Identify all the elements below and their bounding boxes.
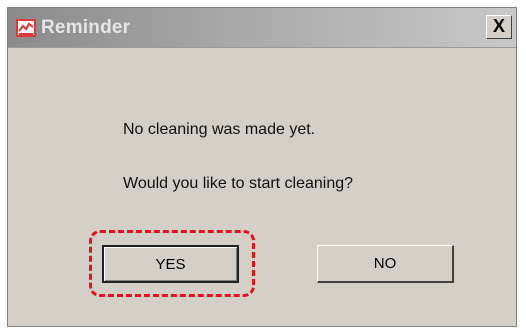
- reminder-dialog: Reminder X No cleaning was made yet. Wou…: [7, 7, 517, 327]
- message-line-2: Would you like to start cleaning?: [123, 175, 354, 192]
- close-icon: X: [492, 16, 505, 36]
- app-icon: [16, 18, 36, 38]
- close-button[interactable]: X: [486, 15, 512, 39]
- title-bar[interactable]: Reminder X: [8, 8, 516, 48]
- no-button[interactable]: NO: [317, 245, 454, 283]
- window-title: Reminder: [41, 17, 131, 38]
- yes-button[interactable]: YES: [102, 245, 239, 283]
- message-line-1: No cleaning was made yet.: [123, 121, 316, 138]
